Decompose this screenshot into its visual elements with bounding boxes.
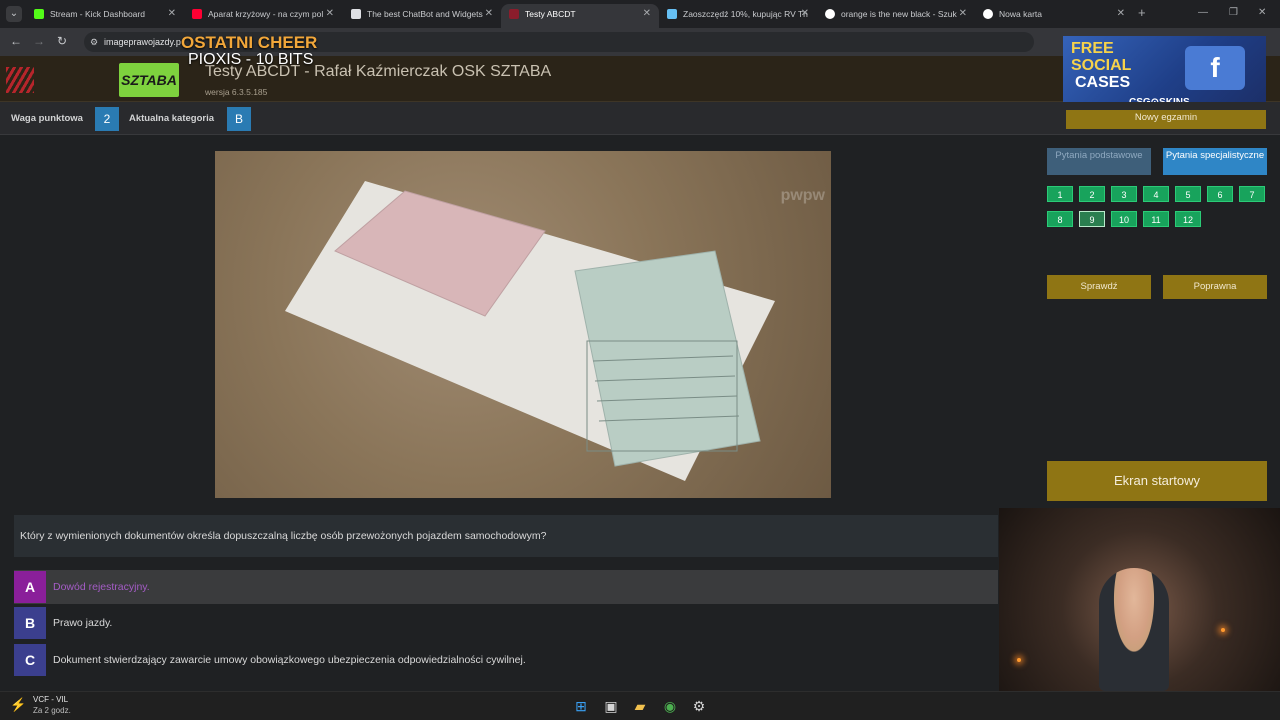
facebook-icon: f (1185, 46, 1245, 90)
weather-line-1: VCF - VIL (33, 695, 69, 704)
tab-kick-dashboard[interactable]: Stream - Kick Dashboard ✕ (26, 4, 184, 28)
version-label: wersja 6.3.5.185 (205, 87, 268, 97)
tab-label: The best ChatBot and Widgets (367, 9, 483, 19)
check-button[interactable]: Sprawdź (1047, 275, 1151, 299)
close-tab-icon[interactable]: ✕ (1117, 4, 1125, 24)
browser-tab-bar: ⌄ Stream - Kick Dashboard ✕ Aparat krzyż… (0, 0, 1280, 28)
question-number-12[interactable]: 12 (1175, 211, 1201, 227)
question-number-8[interactable]: 8 (1047, 211, 1073, 227)
tab-label: Stream - Kick Dashboard (50, 9, 145, 19)
bot-icon (351, 9, 361, 19)
kick-icon (34, 9, 44, 19)
tab-google-search[interactable]: orange is the new black - Szuk ✕ (817, 4, 975, 28)
ad-line: CASES (1075, 74, 1131, 91)
close-tab-icon[interactable]: ✕ (168, 4, 176, 24)
watermark-icon: pwpw (780, 187, 825, 204)
ad-line: SOCIAL (1071, 57, 1132, 74)
stream-cheer-overlay: OSTATNI CHEER (181, 33, 318, 52)
site-info-icon[interactable]: ⚙ (90, 32, 98, 52)
close-window-icon[interactable]: ✕ (1258, 7, 1266, 18)
stripes-logo-icon (6, 67, 34, 93)
maximize-icon[interactable]: ❐ (1229, 7, 1238, 18)
weight-label: Waga punktowa (11, 113, 83, 124)
ad-line: FREE (1071, 40, 1114, 57)
chrome-taskbar-icon[interactable]: ◉ (660, 696, 680, 716)
windows-taskbar: ⚡ VCF - VIL Za 2 godz. ⊞ ▣ ▰ ◉ ⚙ (0, 691, 1280, 720)
correct-answer-button[interactable]: Poprawna (1163, 275, 1267, 299)
streamer-figure (1099, 568, 1169, 691)
steam-icon (667, 9, 677, 19)
question-number-10[interactable]: 10 (1111, 211, 1137, 227)
answer-letter: B (14, 607, 46, 639)
tab-label: Nowa karta (999, 9, 1042, 19)
answer-text: Dowód rejestracyjny. (53, 581, 150, 593)
ad-banner[interactable]: FREE SOCIAL CASES f CSG⊙SKINS (1063, 36, 1266, 110)
sztaba-logo: SZTABA (119, 63, 179, 97)
basic-questions-button[interactable]: Pytania podstawowe (1047, 148, 1151, 175)
weight-value-badge: 2 (95, 107, 119, 131)
close-tab-icon[interactable]: ✕ (326, 4, 334, 24)
app-taskbar-icon[interactable]: ⚙ (689, 696, 709, 716)
tab-label: Testy ABCDT (525, 9, 576, 19)
question-number-6[interactable]: 6 (1207, 186, 1233, 202)
youtube-icon (192, 9, 202, 19)
tab-label: Aparat krzyżowy - na czym pol (208, 9, 324, 19)
answer-c[interactable]: C Dokument stwierdzający zawarcie umowy … (14, 643, 998, 677)
tab-label: orange is the new black - Szuk (841, 9, 957, 19)
streamer-webcam (999, 508, 1280, 691)
close-tab-icon[interactable]: ✕ (801, 4, 809, 24)
question-number-11[interactable]: 11 (1143, 211, 1169, 227)
back-arrow-icon[interactable]: ← (10, 34, 22, 48)
close-tab-icon[interactable]: ✕ (959, 4, 967, 24)
answer-text: Prawo jazdy. (53, 617, 113, 629)
task-view-icon[interactable]: ▣ (601, 696, 621, 716)
reload-icon[interactable]: ↻ (57, 34, 67, 48)
question-number-2[interactable]: 2 (1079, 186, 1105, 202)
tab-aparat[interactable]: Aparat krzyżowy - na czym pol ✕ (184, 4, 342, 28)
answer-letter: C (14, 644, 46, 676)
stream-bits-overlay: PIOXIS - 10 BITS (188, 51, 314, 68)
minimize-icon[interactable]: — (1198, 7, 1208, 18)
lamp-light-icon (1017, 658, 1021, 662)
specialist-questions-button[interactable]: Pytania specjalistyczne (1163, 148, 1267, 175)
question-number-5[interactable]: 5 (1175, 186, 1201, 202)
new-tab-plus-icon[interactable]: + (1138, 6, 1152, 20)
answer-text: Dokument stwierdzający zawarcie umowy ob… (53, 654, 526, 666)
question-number-1[interactable]: 1 (1047, 186, 1073, 202)
school-logo (6, 67, 96, 93)
weather-icon[interactable]: ⚡ (10, 697, 26, 713)
google-icon (825, 9, 835, 19)
close-tab-icon[interactable]: ✕ (643, 4, 651, 24)
start-screen-button[interactable]: Ekran startowy (1047, 461, 1267, 501)
url-text: imageprawojazdy.p (104, 37, 181, 47)
question-photo: pwpw (215, 151, 831, 498)
tab-chatbot[interactable]: The best ChatBot and Widgets ✕ (343, 4, 501, 28)
answer-letter: A (14, 571, 46, 603)
question-number-4[interactable]: 4 (1143, 186, 1169, 202)
sztaba-icon (509, 9, 519, 19)
close-tab-icon[interactable]: ✕ (485, 4, 493, 24)
tab-steam[interactable]: Zaoszczędź 10%, kupując RV Th ✕ (659, 4, 817, 28)
weather-line-2: Za 2 godz. (33, 706, 71, 715)
tab-list-chevron-icon[interactable]: ⌄ (6, 6, 22, 22)
documents-photo-illustration (285, 181, 775, 481)
tab-testy-abcdt[interactable]: Testy ABCDT ✕ (501, 4, 659, 28)
answer-b[interactable]: B Prawo jazdy. (14, 606, 998, 640)
question-number-7[interactable]: 7 (1239, 186, 1265, 202)
chrome-icon (983, 9, 993, 19)
question-number-9-current[interactable]: 9 (1079, 211, 1105, 227)
file-explorer-icon[interactable]: ▰ (630, 696, 650, 716)
tab-label: Zaoszczędź 10%, kupując RV Th (683, 9, 808, 19)
answer-a[interactable]: A Dowód rejestracyjny. (14, 570, 998, 604)
lamp-light-icon (1221, 628, 1225, 632)
category-value-badge: B (227, 107, 251, 131)
windows-start-icon[interactable]: ⊞ (571, 696, 591, 716)
forward-arrow-icon[interactable]: → (33, 34, 45, 48)
question-number-3[interactable]: 3 (1111, 186, 1137, 202)
category-label: Aktualna kategoria (129, 113, 214, 124)
question-text: Który z wymienionych dokumentów określa … (14, 515, 998, 557)
new-exam-button[interactable]: Nowy egzamin (1066, 110, 1266, 129)
tab-new-tab[interactable]: Nowa karta ✕ (975, 4, 1133, 28)
